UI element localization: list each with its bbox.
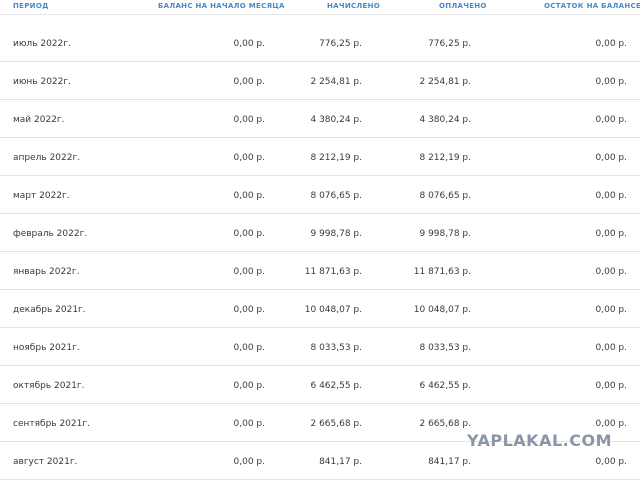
cell-period: октябрь 2021г. xyxy=(13,381,85,391)
cell-period: сентябрь 2021г. xyxy=(13,419,90,429)
cell-opening-balance: 0,00 р. xyxy=(233,191,265,201)
cell-accrued: 776,25 р. xyxy=(319,39,362,49)
billing-history-table: ПЕРИОД БАЛАНС НА НАЧАЛО МЕСЯЦА НАЧИСЛЕНО… xyxy=(0,0,640,480)
cell-opening-balance: 0,00 р. xyxy=(233,229,265,239)
table-row[interactable]: апрель 2022г. 0,00 р. 8 212,19 р. 8 212,19 … xyxy=(0,139,640,176)
cell-remaining: 0,00 р. xyxy=(595,267,627,277)
cell-remaining: 0,00 р. xyxy=(595,229,627,239)
cell-accrued: 9 998,78 р. xyxy=(310,229,362,239)
column-header-remaining[interactable]: ОСТАТОК НА БАЛАНСЕ xyxy=(544,2,640,10)
cell-opening-balance: 0,00 р. xyxy=(233,39,265,49)
cell-period: февраль 2022г. xyxy=(13,229,88,239)
cell-accrued: 2 254,81 р. xyxy=(310,77,362,87)
cell-remaining: 0,00 р. xyxy=(595,39,627,49)
table-row[interactable]: февраль 2022г. 0,00 р. 9 998,78 р. 9 998,78… xyxy=(0,215,640,252)
cell-opening-balance: 0,00 р. xyxy=(233,343,265,353)
cell-remaining: 0,00 р. xyxy=(595,191,627,201)
cell-opening-balance: 0,00 р. xyxy=(233,381,265,391)
cell-remaining: 0,00 р. xyxy=(595,305,627,315)
table-header: ПЕРИОД БАЛАНС НА НАЧАЛО МЕСЯЦА НАЧИСЛЕНО… xyxy=(0,0,640,15)
table-row[interactable]: январь 2022г. 0,00 р. 11 871,63 р. 11 871,6… xyxy=(0,253,640,290)
cell-paid: 4 380,24 р. xyxy=(419,115,471,125)
cell-paid: 8 076,65 р. xyxy=(419,191,471,201)
cell-accrued: 11 871,63 р. xyxy=(304,267,362,277)
cell-remaining: 0,00 р. xyxy=(595,115,627,125)
cell-opening-balance: 0,00 р. xyxy=(233,153,265,163)
cell-remaining: 0,00 р. xyxy=(595,343,627,353)
cell-paid: 2 254,81 р. xyxy=(419,77,471,87)
cell-period: август 2021г. xyxy=(13,457,78,467)
cell-paid: 841,17 р. xyxy=(428,457,471,467)
cell-opening-balance: 0,00 р. xyxy=(233,419,265,429)
cell-period: ноябрь 2021г. xyxy=(13,343,80,353)
table-row[interactable]: июнь 2022г. 0,00 р. 2 254,81 р. 2 254,81 р.… xyxy=(0,63,640,100)
cell-accrued: 6 462,55 р. xyxy=(310,381,362,391)
table-row[interactable]: июль 2022г. 0,00 р. 776,25 р. 776,25 р. 0,00… xyxy=(0,25,640,62)
cell-paid: 9 998,78 р. xyxy=(419,229,471,239)
cell-paid: 6 462,55 р. xyxy=(419,381,471,391)
cell-period: март 2022г. xyxy=(13,191,70,201)
column-header-opening-balance[interactable]: БАЛАНС НА НАЧАЛО МЕСЯЦА xyxy=(158,2,285,10)
cell-accrued: 841,17 р. xyxy=(319,457,362,467)
cell-opening-balance: 0,00 р. xyxy=(233,115,265,125)
cell-paid: 8 212,19 р. xyxy=(419,153,471,163)
cell-opening-balance: 0,00 р. xyxy=(233,267,265,277)
watermark: YAPLAKAL.COM xyxy=(466,431,612,450)
column-header-accrued[interactable]: НАЧИСЛЕНО xyxy=(327,2,380,10)
cell-period: январь 2022г. xyxy=(13,267,80,277)
cell-period: декабрь 2021г. xyxy=(13,305,86,315)
cell-remaining: 0,00 р. xyxy=(595,419,627,429)
cell-accrued: 2 665,68 р. xyxy=(310,419,362,429)
cell-remaining: 0,00 р. xyxy=(595,457,627,467)
cell-remaining: 0,00 р. xyxy=(595,381,627,391)
cell-accrued: 8 212,19 р. xyxy=(310,153,362,163)
cell-opening-balance: 0,00 р. xyxy=(233,77,265,87)
cell-accrued: 8 076,65 р. xyxy=(310,191,362,201)
table-row[interactable]: ноябрь 2021г. 0,00 р. 8 033,53 р. 8 033,53 … xyxy=(0,329,640,366)
cell-accrued: 4 380,24 р. xyxy=(310,115,362,125)
cell-opening-balance: 0,00 р. xyxy=(233,457,265,467)
cell-period: июнь 2022г. xyxy=(13,77,71,87)
cell-accrued: 10 048,07 р. xyxy=(304,305,362,315)
cell-paid: 10 048,07 р. xyxy=(413,305,471,315)
table-row[interactable]: май 2022г. 0,00 р. 4 380,24 р. 4 380,24 р. 0… xyxy=(0,101,640,138)
cell-paid: 8 033,53 р. xyxy=(419,343,471,353)
cell-remaining: 0,00 р. xyxy=(595,77,627,87)
cell-paid: 2 665,68 р. xyxy=(419,419,471,429)
cell-period: май 2022г. xyxy=(13,115,65,125)
cell-accrued: 8 033,53 р. xyxy=(310,343,362,353)
table-row[interactable]: декабрь 2021г. 0,00 р. 10 048,07 р. 10 048,… xyxy=(0,291,640,328)
column-header-paid[interactable]: ОПЛАЧЕНО xyxy=(439,2,487,10)
cell-remaining: 0,00 р. xyxy=(595,153,627,163)
table-row[interactable]: март 2022г. 0,00 р. 8 076,65 р. 8 076,65 р.… xyxy=(0,177,640,214)
cell-paid: 11 871,63 р. xyxy=(413,267,471,277)
column-header-period[interactable]: ПЕРИОД xyxy=(13,2,49,10)
cell-paid: 776,25 р. xyxy=(428,39,471,49)
cell-opening-balance: 0,00 р. xyxy=(233,305,265,315)
table-row[interactable]: октябрь 2021г. 0,00 р. 6 462,55 р. 6 462,55… xyxy=(0,367,640,404)
cell-period: апрель 2022г. xyxy=(13,153,81,163)
cell-period: июль 2022г. xyxy=(13,39,71,49)
